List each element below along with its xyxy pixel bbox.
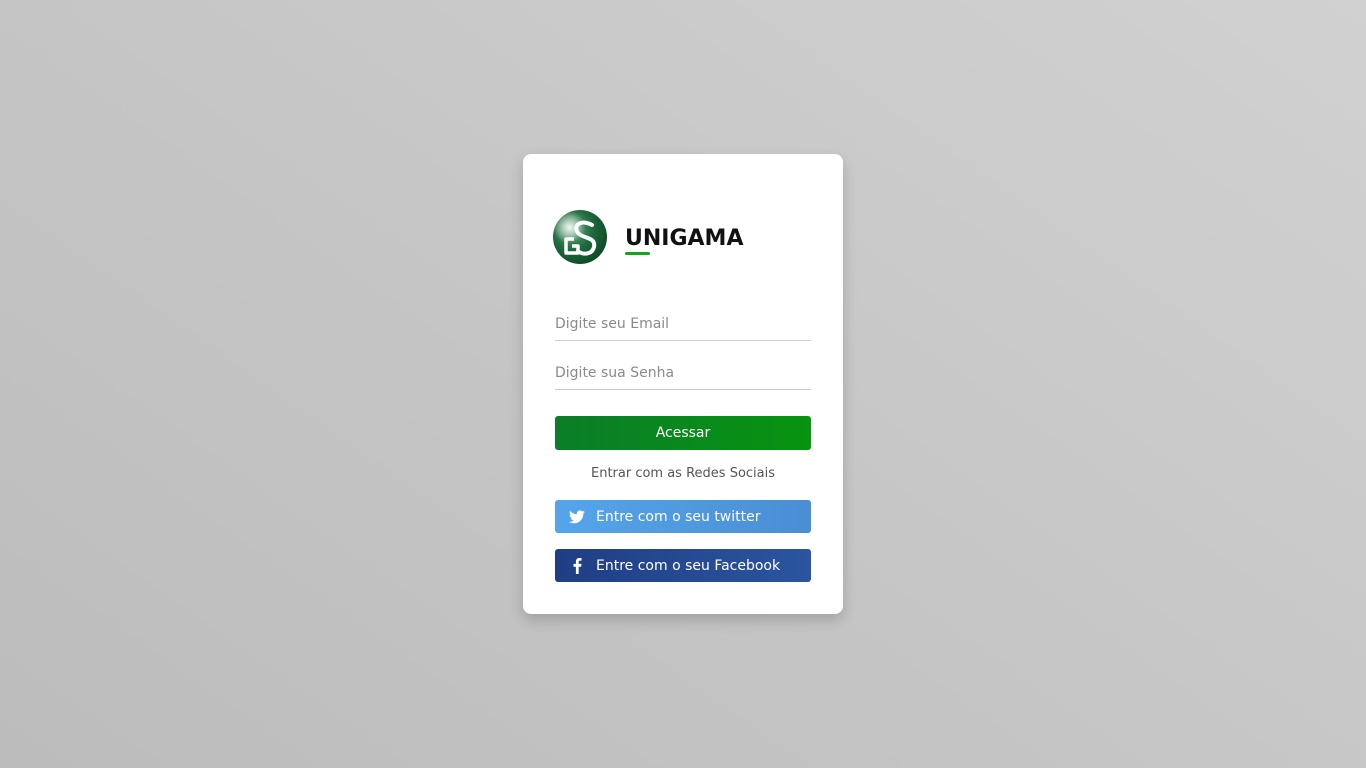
twitter-login-label: Entre com o seu twitter bbox=[596, 508, 761, 525]
brand-header: UNIGAMA bbox=[552, 209, 743, 265]
brand-name: UNIGAMA bbox=[625, 225, 744, 255]
facebook-login-label: Entre com o seu Facebook bbox=[596, 557, 781, 574]
twitter-icon bbox=[568, 508, 586, 526]
unigama-logo-icon bbox=[553, 210, 607, 264]
facebook-icon bbox=[568, 557, 586, 575]
twitter-login-button[interactable]: Entre com o seu twitter bbox=[555, 500, 811, 533]
login-card: UNIGAMA Acessar Entrar com as Redes Soci… bbox=[523, 154, 843, 614]
facebook-login-button[interactable]: Entre com o seu Facebook bbox=[555, 549, 811, 582]
email-field[interactable] bbox=[555, 308, 811, 341]
password-field[interactable] bbox=[555, 357, 811, 390]
access-button[interactable]: Acessar bbox=[555, 416, 811, 450]
brand-name-text: UNIGAMA bbox=[625, 225, 744, 251]
brand-underline bbox=[625, 251, 650, 255]
social-login-caption: Entrar com as Redes Sociais bbox=[590, 466, 776, 481]
